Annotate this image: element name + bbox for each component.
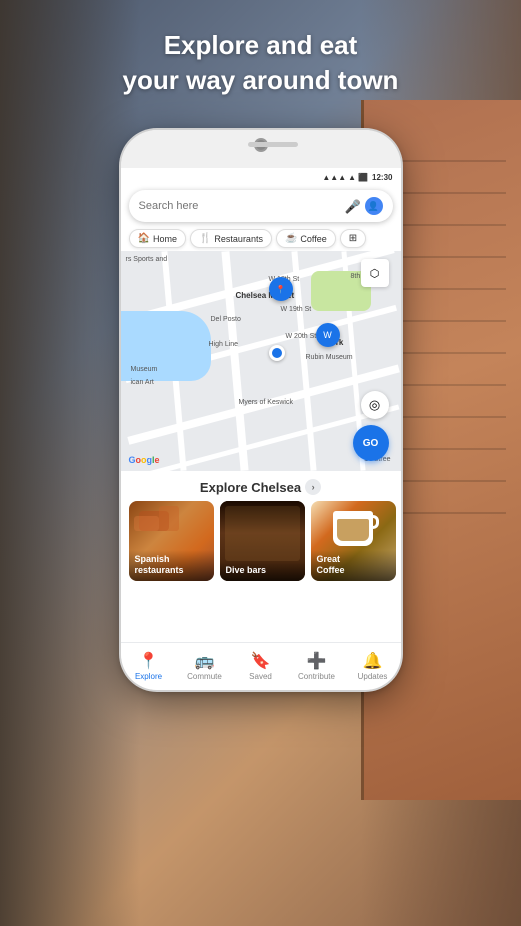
card-dive-label: Dive bars: [220, 561, 305, 581]
map-label-w20: W 20th St: [286, 333, 317, 340]
map-pin-user-location: [269, 345, 285, 361]
explore-header: Explore Chelsea ›: [121, 479, 401, 495]
chip-home[interactable]: 🏠 Home: [129, 229, 186, 248]
nav-saved[interactable]: 🔖 Saved: [233, 654, 289, 681]
updates-nav-icon: 🔔: [363, 654, 383, 670]
saved-nav-icon: 🔖: [251, 654, 271, 670]
updates-nav-label: Updates: [358, 672, 388, 681]
map-label-del-posto: Del Posto: [211, 316, 241, 323]
explore-nav-icon: 📍: [139, 654, 159, 670]
search-bar[interactable]: 🎤 👤: [129, 190, 393, 222]
map-label-w19: W 19th St: [281, 306, 312, 313]
contribute-nav-label: Contribute: [298, 672, 335, 681]
map-pin-chelsea-market[interactable]: 📍: [269, 277, 293, 301]
restaurants-chip-icon: 🍴: [199, 233, 211, 244]
phone-screen: ▲▲▲ ▲ ⬛ 12:30 🎤 👤 🏠 Home 🍴 Restaurants: [121, 168, 401, 642]
saved-nav-label: Saved: [249, 672, 272, 681]
explore-title: Explore Chelsea: [200, 480, 301, 495]
location-button[interactable]: ◎: [361, 391, 389, 419]
wifi-icon: ▲: [348, 173, 356, 182]
chip-coffee[interactable]: ☕ Coffee: [276, 229, 336, 248]
contribute-nav-icon: ➕: [307, 654, 327, 670]
account-icon[interactable]: 👤: [365, 197, 383, 215]
map-label-ican-art: ican Art: [131, 379, 154, 386]
chelsea-market-pin-icon: 📍: [276, 285, 286, 294]
explore-cards: Spanishrestaurants Dive bars: [121, 501, 401, 581]
card-great-coffee[interactable]: GreatCoffee: [311, 501, 396, 581]
chip-home-label: Home: [153, 234, 177, 244]
nav-contribute[interactable]: ➕ Contribute: [289, 654, 345, 681]
card-spanish-label: Spanishrestaurants: [129, 550, 214, 581]
signal-icon: ▲▲▲: [322, 173, 346, 182]
commute-nav-icon: 🚌: [195, 654, 215, 670]
nav-explore[interactable]: 📍 Explore: [121, 654, 177, 681]
layers-button[interactable]: ⬡: [361, 259, 389, 287]
status-icons: ▲▲▲ ▲ ⬛ 12:30: [322, 173, 392, 182]
phone-top-bar: [121, 130, 401, 168]
search-input[interactable]: [139, 200, 345, 212]
commute-nav-label: Commute: [187, 672, 222, 681]
chip-restaurants[interactable]: 🍴 Restaurants: [190, 229, 272, 248]
go-button-label: GO: [363, 438, 379, 449]
background-left: [0, 0, 140, 926]
map-pin-work[interactable]: W: [316, 323, 340, 347]
map-label-rubin: Rubin Museum: [306, 354, 353, 361]
chip-restaurants-label: Restaurants: [214, 234, 263, 244]
headline-line1: Explore and eat: [30, 28, 491, 63]
filter-chips: 🏠 Home 🍴 Restaurants ☕ Coffee ⊞: [121, 226, 401, 251]
location-icon: ◎: [369, 397, 380, 413]
phone-speaker: [248, 142, 298, 147]
home-chip-icon: 🏠: [138, 233, 150, 244]
google-logo: Google: [129, 455, 160, 465]
card-coffee-label: GreatCoffee: [311, 550, 396, 581]
map-area[interactable]: rs Sports and Chelsea Market Del Posto W…: [121, 251, 401, 471]
layers-icon: ⬡: [370, 267, 380, 280]
battery-icon: ⬛: [358, 173, 368, 182]
status-bar: ▲▲▲ ▲ ⬛ 12:30: [121, 168, 401, 186]
explore-chevron[interactable]: ›: [305, 479, 321, 495]
chip-coffee-label: Coffee: [300, 234, 326, 244]
mic-icon[interactable]: 🎤: [345, 199, 359, 213]
map-label-high-line: High Line: [209, 341, 239, 348]
go-button[interactable]: GO: [353, 425, 389, 461]
search-icons: 🎤 👤: [345, 197, 383, 215]
map-label-myers: Myers of Keswick: [239, 399, 293, 406]
map-label: rs Sports and: [126, 256, 168, 263]
card-dive-bars[interactable]: Dive bars: [220, 501, 305, 581]
phone-shell: ▲▲▲ ▲ ⬛ 12:30 🎤 👤 🏠 Home 🍴 Restaurants: [121, 130, 401, 690]
time-display: 12:30: [372, 173, 392, 182]
coffee-chip-icon: ☕: [285, 233, 297, 244]
chip-more[interactable]: ⊞: [340, 229, 366, 248]
map-label-museum: Museum: [131, 366, 158, 373]
map-background: rs Sports and Chelsea Market Del Posto W…: [121, 251, 401, 471]
card-spanish-restaurants[interactable]: Spanishrestaurants: [129, 501, 214, 581]
headline: Explore and eat your way around town: [0, 28, 521, 98]
explore-section: Explore Chelsea › Spanishrestaurants: [121, 471, 401, 585]
headline-line2: your way around town: [30, 63, 491, 98]
more-chip-icon: ⊞: [349, 233, 357, 244]
explore-nav-label: Explore: [135, 672, 162, 681]
nav-updates[interactable]: 🔔 Updates: [345, 654, 401, 681]
nav-commute[interactable]: 🚌 Commute: [177, 654, 233, 681]
work-pin-icon: W: [323, 330, 332, 340]
bottom-nav: 📍 Explore 🚌 Commute 🔖 Saved ➕ Contribute…: [121, 642, 401, 690]
